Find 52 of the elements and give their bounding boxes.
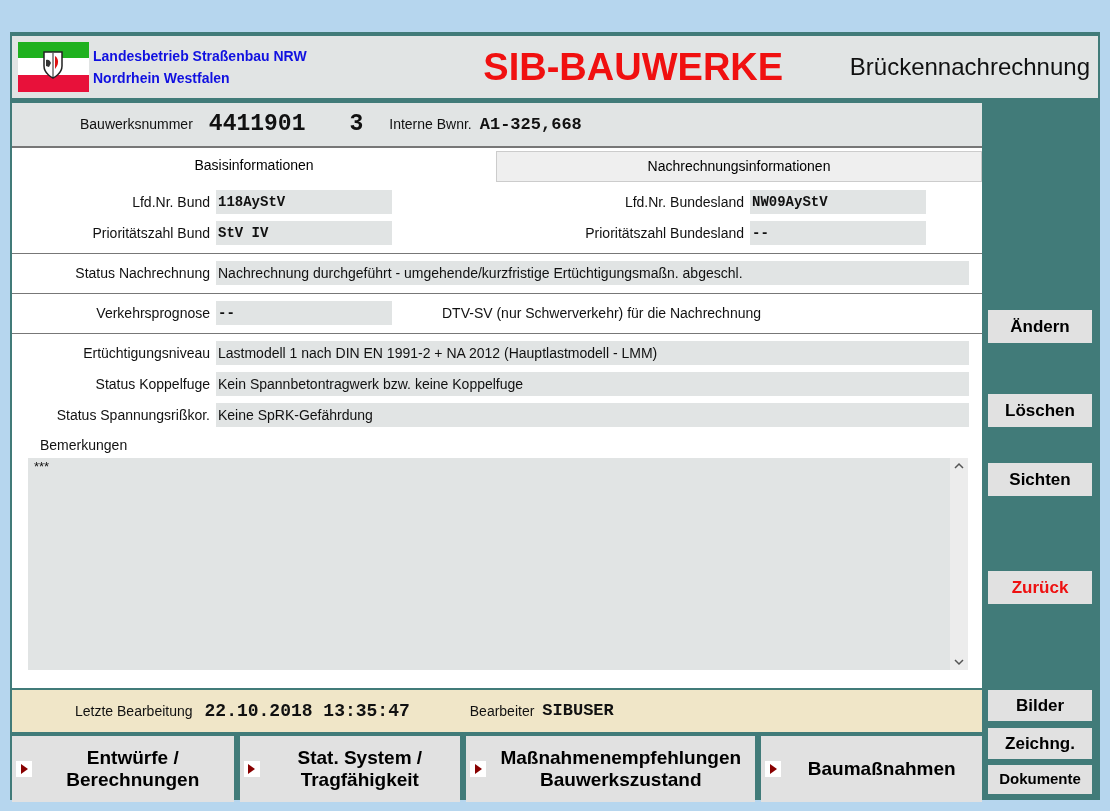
editor-label: Bearbeiter	[469, 701, 535, 721]
module-title: Brückennachrechnung	[849, 52, 1090, 82]
side-button[interactable]: Dokumente	[988, 765, 1092, 794]
field-label: Lfd.Nr. Bundesland	[623, 192, 745, 212]
field-label: Prioritätszahl Bundesland	[584, 223, 745, 243]
internal-number-value: A1-325,668	[479, 113, 582, 136]
triangle-icon	[20, 764, 28, 774]
side-button[interactable]: Sichten	[988, 463, 1092, 496]
side-button[interactable]: Bilder	[988, 690, 1092, 721]
field-note: DTV-SV (nur Schwerverkehr) für die Nachrechnung	[442, 303, 762, 323]
nav-button[interactable]: Stat. System / Tragfähigkeit	[239, 736, 461, 802]
bauwerksnummer-value: 4411901	[208, 110, 306, 140]
last-edit-value: 22.10.2018 13:35:47	[204, 699, 410, 723]
side-button[interactable]: Ändern	[988, 310, 1092, 343]
field-value: 118AyStV	[216, 190, 392, 214]
field-label: Status Koppelfuge	[94, 374, 211, 394]
nav-button[interactable]: Maßnahmenempfehlungen Bauwerkszustand	[466, 736, 756, 802]
side-button[interactable]: Zeichng.	[988, 728, 1092, 759]
bauwerksnummer-label: Bauwerksnummer	[80, 115, 193, 134]
field-label: Lfd.Nr. Bund	[131, 192, 211, 212]
remarks-label: Bemerkungen	[40, 436, 129, 455]
nav-button[interactable]: Entwürfe / Berechnungen	[12, 736, 234, 802]
scroll-down-icon[interactable]	[954, 658, 964, 666]
remarks-text: ***	[33, 458, 51, 476]
field-value: NW09AyStV	[750, 190, 926, 214]
last-edit-label: Letzte Bearbeitung	[75, 701, 193, 721]
nav-button[interactable]: Baumaßnahmen	[761, 736, 982, 802]
triangle-icon	[248, 764, 256, 774]
side-button[interactable]: Löschen	[988, 394, 1092, 427]
field-value: --	[216, 301, 392, 325]
flag-logo-icon	[18, 42, 89, 92]
org-name-line: Nordrhein Westfalen	[93, 69, 231, 88]
triangle-icon	[474, 764, 482, 774]
editor-value: SIBUSER	[542, 700, 614, 723]
field-label: Status Spannungsrißkor.	[55, 405, 211, 425]
scroll-up-icon[interactable]	[954, 462, 964, 470]
app-title: SIB-BAUWERKE	[482, 44, 784, 90]
field-value: Keine SpRK-Gefährdung	[216, 403, 969, 427]
org-name-line: Landesbetrieb Straßenbau NRW	[93, 47, 307, 66]
part-number-value: 3	[349, 110, 364, 140]
tab[interactable]: Nachrechnungsinformationen	[496, 151, 982, 182]
internal-number-label: Interne Bwnr.	[389, 115, 472, 134]
field-value: Lastmodell 1 nach DIN EN 1991-2 + NA 2012 (Hauptlastmodell - LMM)	[216, 341, 969, 365]
field-label: Status Nachrechnung	[74, 263, 211, 283]
triangle-icon	[769, 764, 777, 774]
field-label: Ertüchtigungsniveau	[82, 343, 211, 363]
field-label: Prioritätszahl Bund	[91, 223, 211, 243]
field-value: Nachrechnung durchgeführt - umgehende/kurzfristige Ertüchtigungsmaßn. abgeschl.	[216, 261, 969, 285]
field-label: Verkehrsprognose	[95, 303, 211, 323]
field-value: StV IV	[216, 221, 392, 245]
field-value: --	[750, 221, 926, 245]
field-value: Kein Spannbetontragwerk bzw. keine Koppelfuge	[216, 372, 969, 396]
